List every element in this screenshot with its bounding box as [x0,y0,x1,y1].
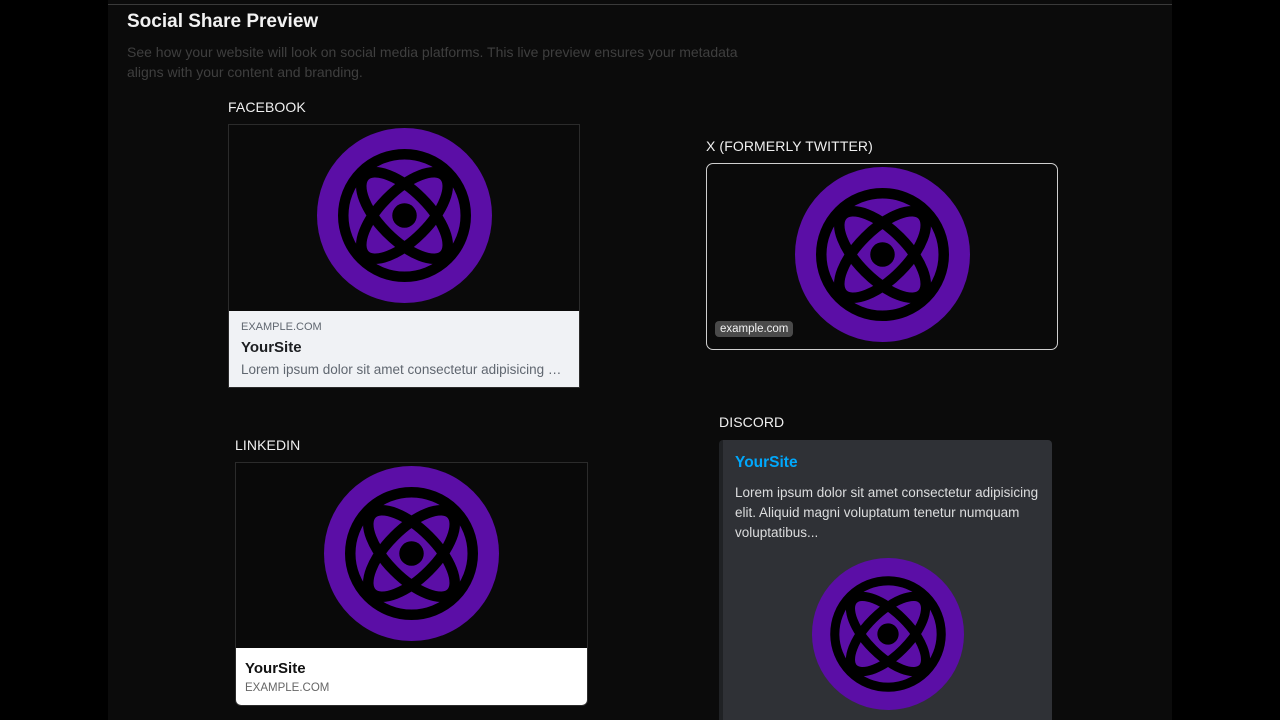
page-title: Social Share Preview [127,11,319,32]
facebook-label: FACEBOOK [228,99,306,115]
x-preview-card[interactable]: example.com [706,163,1058,350]
linkedin-label: LINKEDIN [235,437,301,453]
atom-logo-icon [795,167,970,342]
social-share-panel: Social Share Preview See how your websit… [108,0,1172,720]
linkedin-preview-card[interactable]: YourSite EXAMPLE.COM [235,462,588,706]
divider [108,4,1172,5]
atom-logo-icon [324,466,499,641]
linkedin-preview-meta: YourSite EXAMPLE.COM [236,648,587,705]
discord-label: DISCORD [719,414,785,430]
discord-title-link[interactable]: YourSite [735,454,798,472]
facebook-preview-image [229,125,579,311]
facebook-preview-meta: EXAMPLE.COM YourSite Lorem ipsum dolor s… [229,311,579,387]
discord-description: Lorem ipsum dolor sit amet consectetur a… [735,485,1039,540]
x-domain-badge: example.com [715,321,794,337]
atom-logo-icon [317,128,492,303]
linkedin-domain: EXAMPLE.COM [245,682,330,694]
facebook-domain: EXAMPLE.COM [241,321,322,333]
x-label: X (FORMERLY TWITTER) [706,138,873,154]
discord-preview-card: YourSite Lorem ipsum dolor sit amet cons… [719,440,1052,720]
facebook-preview-card[interactable]: EXAMPLE.COM YourSite Lorem ipsum dolor s… [228,124,580,388]
facebook-description: Lorem ipsum dolor sit amet consectetur a… [241,362,567,377]
facebook-title: YourSite [241,339,302,356]
linkedin-title: YourSite [245,660,306,677]
atom-logo-icon [812,558,964,710]
page-subtitle: See how your website will look on social… [127,44,738,80]
